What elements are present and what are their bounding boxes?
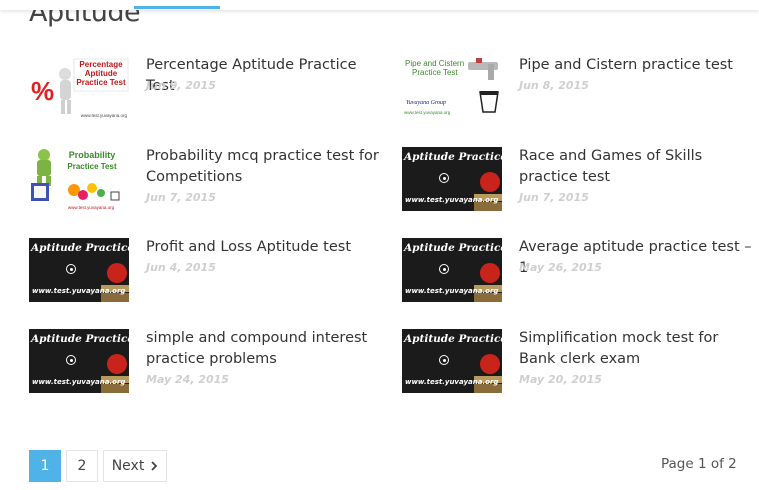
post-thumbnail[interactable]: Aptitude Practice Test www.test.yuvayana… — [402, 329, 502, 393]
target-icon — [66, 264, 76, 274]
target-icon — [66, 355, 76, 365]
post-item: Aptitude Practice Test www.test.yuvayana… — [29, 329, 389, 399]
page-info: Page 1 of 2 — [661, 456, 737, 472]
target-icon — [439, 355, 449, 365]
thumb-text-line: Percentage — [79, 60, 123, 69]
thumb-text-line: Practice Test — [76, 78, 126, 87]
thumb-site: www.test.yuvayana.org — [32, 287, 126, 295]
post-item: Probability Practice Test www.test.yuvay… — [29, 147, 389, 217]
post-date: May 26, 2015 — [519, 261, 602, 274]
thumb-text-line: Pipe and Cistern — [405, 59, 464, 68]
next-page-button[interactable]: Next — [103, 450, 167, 482]
post-item: Aptitude Practice Test www.test.yuvayana… — [402, 147, 759, 217]
thumb-text-line: Aptitude — [85, 69, 118, 78]
thumb-text-line: Practice Test — [67, 162, 117, 171]
post-thumbnail[interactable]: Pipe and Cistern Practice Test Yuvayana … — [402, 56, 502, 120]
post-title-link[interactable]: Probability mcq practice test for Compet… — [146, 146, 386, 188]
post-item: Aptitude Practice Test www.test.yuvayana… — [29, 238, 389, 308]
post-thumbnail[interactable]: Aptitude Practice Test www.test.yuvayana… — [29, 329, 129, 393]
thumb-text-line: Probability — [69, 150, 116, 160]
apple-icon — [480, 263, 500, 283]
post-date: Jun 7, 2015 — [519, 191, 589, 204]
apple-icon — [480, 354, 500, 374]
post-title-link[interactable]: Pipe and Cistern practice test — [519, 55, 759, 76]
post-title-link[interactable]: simple and compound interest practice pr… — [146, 328, 386, 370]
post-title-link[interactable]: Profit and Loss Aptitude test — [146, 237, 386, 258]
thumb-site: www.test.yuvayana.org — [81, 113, 128, 118]
post-date: Jun 4, 2015 — [146, 261, 216, 274]
thumb-text-line: Practice Test — [412, 68, 458, 77]
thumb-site: www.test.yuvayana.org — [68, 205, 115, 210]
header-bar — [0, 0, 759, 10]
post-title-link[interactable]: Race and Games of Skills practice test — [519, 146, 759, 188]
target-icon — [439, 173, 449, 183]
thumb-text-line: Aptitude Practice Test — [404, 242, 502, 254]
chevron-right-icon — [150, 461, 158, 471]
apple-icon — [107, 263, 127, 283]
page-button-2[interactable]: 2 — [66, 450, 98, 482]
post-thumbnail[interactable]: % Percentage Aptitude Practice Test www.… — [29, 56, 129, 120]
thumb-site: www.test.yuvayana.org — [405, 287, 499, 295]
post-date: Jun 9, 2015 — [146, 79, 216, 92]
post-item: Pipe and Cistern Practice Test Yuvayana … — [402, 56, 759, 126]
post-thumbnail[interactable]: Aptitude Practice Test www.test.yuvayana… — [402, 147, 502, 211]
post-date: May 20, 2015 — [519, 373, 602, 386]
thumb-text-line: Aptitude Practice Test — [404, 151, 502, 163]
post-title-link[interactable]: Simplification mock test for Bank clerk … — [519, 328, 759, 370]
thumb-site: www.test.yuvayana.org — [404, 110, 451, 115]
post-thumbnail[interactable]: Aptitude Practice Test www.test.yuvayana… — [29, 238, 129, 302]
target-icon — [439, 264, 449, 274]
thumb-site: www.test.yuvayana.org — [32, 378, 126, 386]
thumb-site: www.test.yuvayana.org — [405, 196, 499, 204]
post-date: Jun 7, 2015 — [146, 191, 216, 204]
next-label: Next — [111, 458, 145, 474]
post-item: % Percentage Aptitude Practice Test www.… — [29, 56, 389, 126]
apple-icon — [480, 172, 500, 192]
post-thumbnail[interactable]: Aptitude Practice Test www.test.yuvayana… — [402, 238, 502, 302]
thumb-text-line: Aptitude Practice Test — [31, 333, 129, 345]
post-item: Aptitude Practice Test www.test.yuvayana… — [402, 329, 759, 399]
svg-text:%: % — [31, 76, 54, 106]
apple-icon — [107, 354, 127, 374]
post-date: Jun 8, 2015 — [519, 79, 589, 92]
thumb-site: www.test.yuvayana.org — [405, 378, 499, 386]
active-menu-indicator — [134, 6, 220, 9]
thumb-brand: Yuvayana Group — [406, 100, 446, 106]
post-thumbnail[interactable]: Probability Practice Test www.test.yuvay… — [29, 147, 129, 211]
thumb-text-line: Aptitude Practice Test — [31, 242, 129, 254]
post-item: Aptitude Practice Test www.test.yuvayana… — [402, 238, 759, 308]
page-button-1[interactable]: 1 — [29, 450, 61, 482]
post-date: May 24, 2015 — [146, 373, 229, 386]
thumb-text-line: Aptitude Practice Test — [404, 333, 502, 345]
